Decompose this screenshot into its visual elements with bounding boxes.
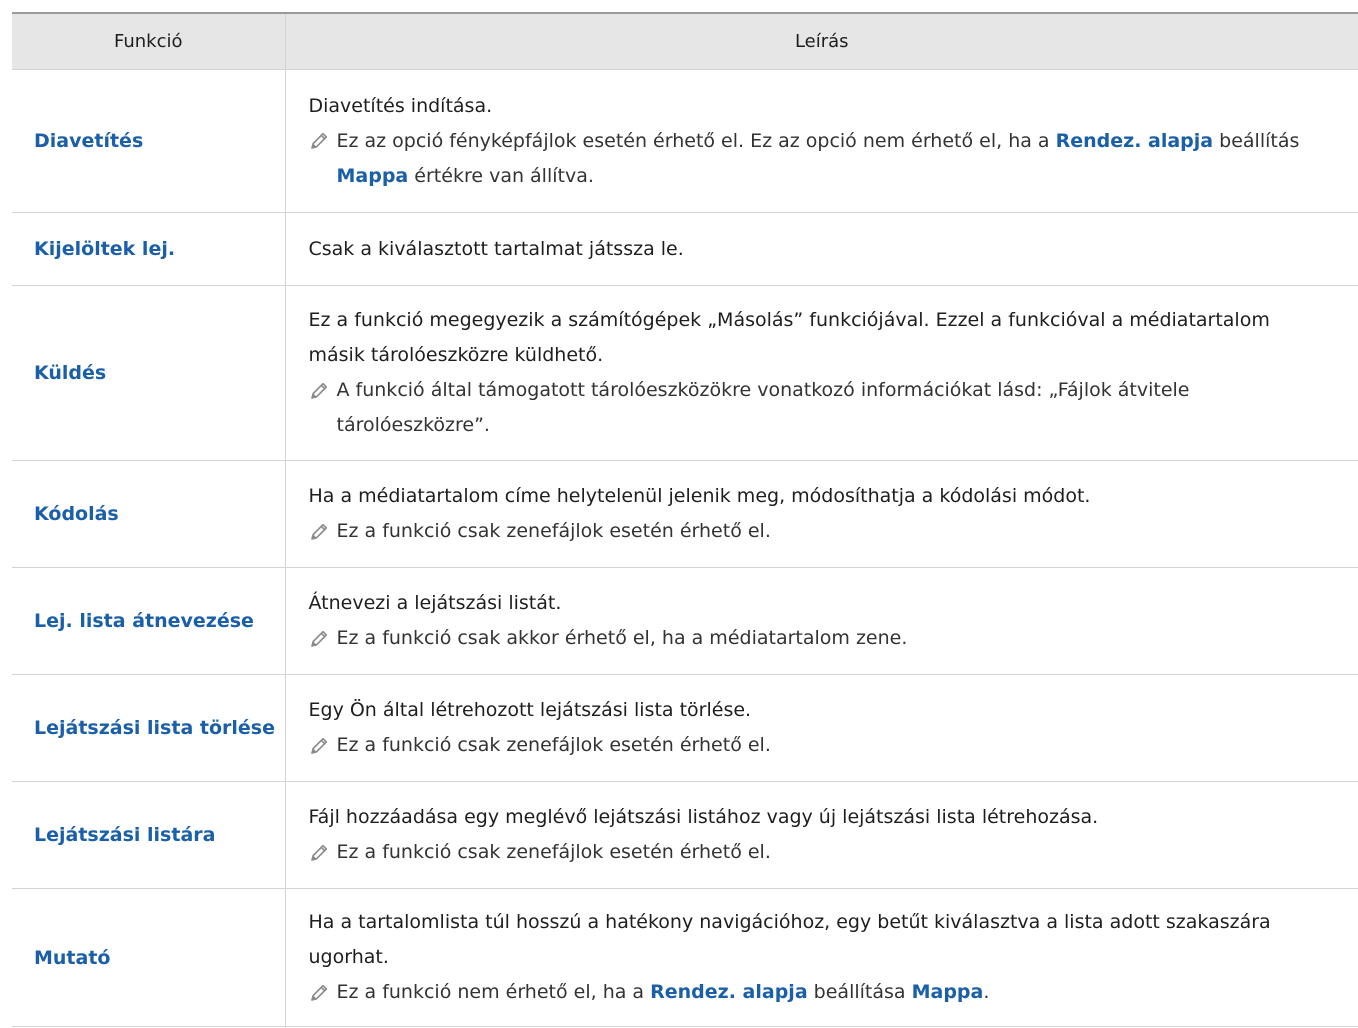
table-row: Lejátszási listára Fájl hozzáadása egy m…: [12, 781, 1358, 889]
note-text-part: értékre van állítva.: [408, 164, 594, 187]
pencil-note-icon: [309, 373, 337, 408]
note-text-part: Ez a funkció nem érhető el, ha a: [336, 981, 651, 1003]
note-text-part: beállítás: [1213, 129, 1300, 152]
column-header-function: Funkció: [12, 12, 285, 70]
function-name: Mutató: [12, 888, 285, 1027]
note: Ez a funkció csak zenefájlok esetén érhe…: [309, 514, 1329, 549]
note-text: Ez a funkció nem érhető el, ha a Rendez.…: [337, 975, 1329, 1010]
function-description: Csak a kiválasztott tartalmat játssza le…: [284, 212, 1358, 286]
note: Ez a funkció csak akkor érhető el, ha a …: [309, 621, 1329, 656]
function-name: Küldés: [12, 285, 285, 461]
table-row: Lej. lista átnevezése Átnevezi a lejátsz…: [12, 567, 1358, 675]
table-header-row: Funkció Leírás: [12, 12, 1358, 70]
function-description: Ha a médiatartalom címe helytelenül jele…: [284, 460, 1358, 568]
note-text: Ez a funkció csak akkor érhető el, ha a …: [336, 627, 908, 649]
description-text: Egy Ön által létrehozott lejátszási list…: [308, 699, 752, 721]
note-text: Ez az opció fényképfájlok esetén érhető …: [337, 124, 1329, 194]
column-header-description: Leírás: [284, 12, 1358, 70]
pencil-note-icon: [309, 514, 337, 549]
table-row: Lejátszási lista törlése Egy Ön által lé…: [12, 674, 1358, 782]
pencil-note-icon: [309, 124, 337, 159]
note: A funkció által támogatott tárolóeszközö…: [309, 373, 1329, 443]
description-text: Diavetítés indítása.: [308, 94, 493, 117]
table-row: Diavetítés Diavetítés indítása. Ez az op…: [12, 69, 1358, 213]
function-description: Átnevezi a lejátszási listát. Ez a funkc…: [284, 567, 1358, 675]
description-text: Ez a funkció megegyezik a számítógépek „…: [308, 309, 1270, 366]
note: Ez a funkció nem érhető el, ha a Rendez.…: [309, 975, 1329, 1010]
function-description: Ez a funkció megegyezik a számítógépek „…: [284, 285, 1358, 461]
rendez-alapja-link[interactable]: Rendez. alapja: [650, 981, 808, 1003]
function-name: Lejátszási lista törlése: [12, 674, 285, 782]
table-row: Kódolás Ha a médiatartalom címe helytele…: [12, 460, 1358, 568]
pencil-note-icon: [309, 728, 337, 763]
function-description: Diavetítés indítása. Ez az opció fénykép…: [284, 69, 1358, 213]
note-text: A funkció által támogatott tárolóeszközö…: [336, 379, 1190, 436]
description-text: Csak a kiválasztott tartalmat játssza le…: [308, 237, 684, 260]
function-name: Lej. lista átnevezése: [12, 567, 285, 675]
pencil-note-icon: [309, 621, 337, 656]
description-text: Átnevezi a lejátszási listát.: [308, 592, 562, 614]
description-text: Ha a tartalomlista túl hosszú a hatékony…: [308, 911, 1271, 968]
function-name: Diavetítés: [12, 69, 285, 213]
note: Ez a funkció csak zenefájlok esetén érhe…: [309, 728, 1329, 763]
pencil-note-icon: [309, 835, 337, 870]
function-description: Egy Ön által létrehozott lejátszási list…: [284, 674, 1358, 782]
table-row: Mutató Ha a tartalomlista túl hosszú a h…: [12, 888, 1358, 1027]
table-row: Küldés Ez a funkció megegyezik a számító…: [12, 285, 1358, 461]
note-text: Ez a funkció csak zenefájlok esetén érhe…: [336, 520, 771, 542]
description-text: Fájl hozzáadása egy meglévő lejátszási l…: [308, 806, 1099, 828]
mappa-link[interactable]: Mappa: [337, 165, 409, 187]
mappa-link[interactable]: Mappa: [912, 981, 984, 1003]
table-row: Kijelöltek lej. Csak a kiválasztott tart…: [12, 212, 1358, 286]
function-name: Kijelöltek lej.: [12, 212, 285, 286]
note-text: Ez a funkció csak zenefájlok esetén érhe…: [336, 734, 771, 756]
function-description: Fájl hozzáadása egy meglévő lejátszási l…: [284, 781, 1358, 889]
description-text: Ha a médiatartalom címe helytelenül jele…: [308, 485, 1091, 507]
function-description: Ha a tartalomlista túl hosszú a hatékony…: [284, 888, 1358, 1027]
note-text-part: Ez az opció fényképfájlok esetén érhető …: [336, 129, 1056, 152]
function-name: Kódolás: [12, 460, 285, 568]
note: Ez az opció fényképfájlok esetén érhető …: [309, 124, 1329, 194]
function-name: Lejátszási listára: [12, 781, 285, 889]
pencil-note-icon: [309, 975, 337, 1010]
note-text-part: beállítása: [807, 981, 912, 1003]
note-text: Ez a funkció csak zenefájlok esetén érhe…: [336, 841, 771, 863]
rendez-alapja-link[interactable]: Rendez. alapja: [1056, 130, 1214, 152]
function-table: Funkció Leírás Diavetítés Diavetítés ind…: [12, 12, 1358, 1027]
note: Ez a funkció csak zenefájlok esetén érhe…: [309, 835, 1329, 870]
note-text-part: .: [983, 981, 990, 1003]
